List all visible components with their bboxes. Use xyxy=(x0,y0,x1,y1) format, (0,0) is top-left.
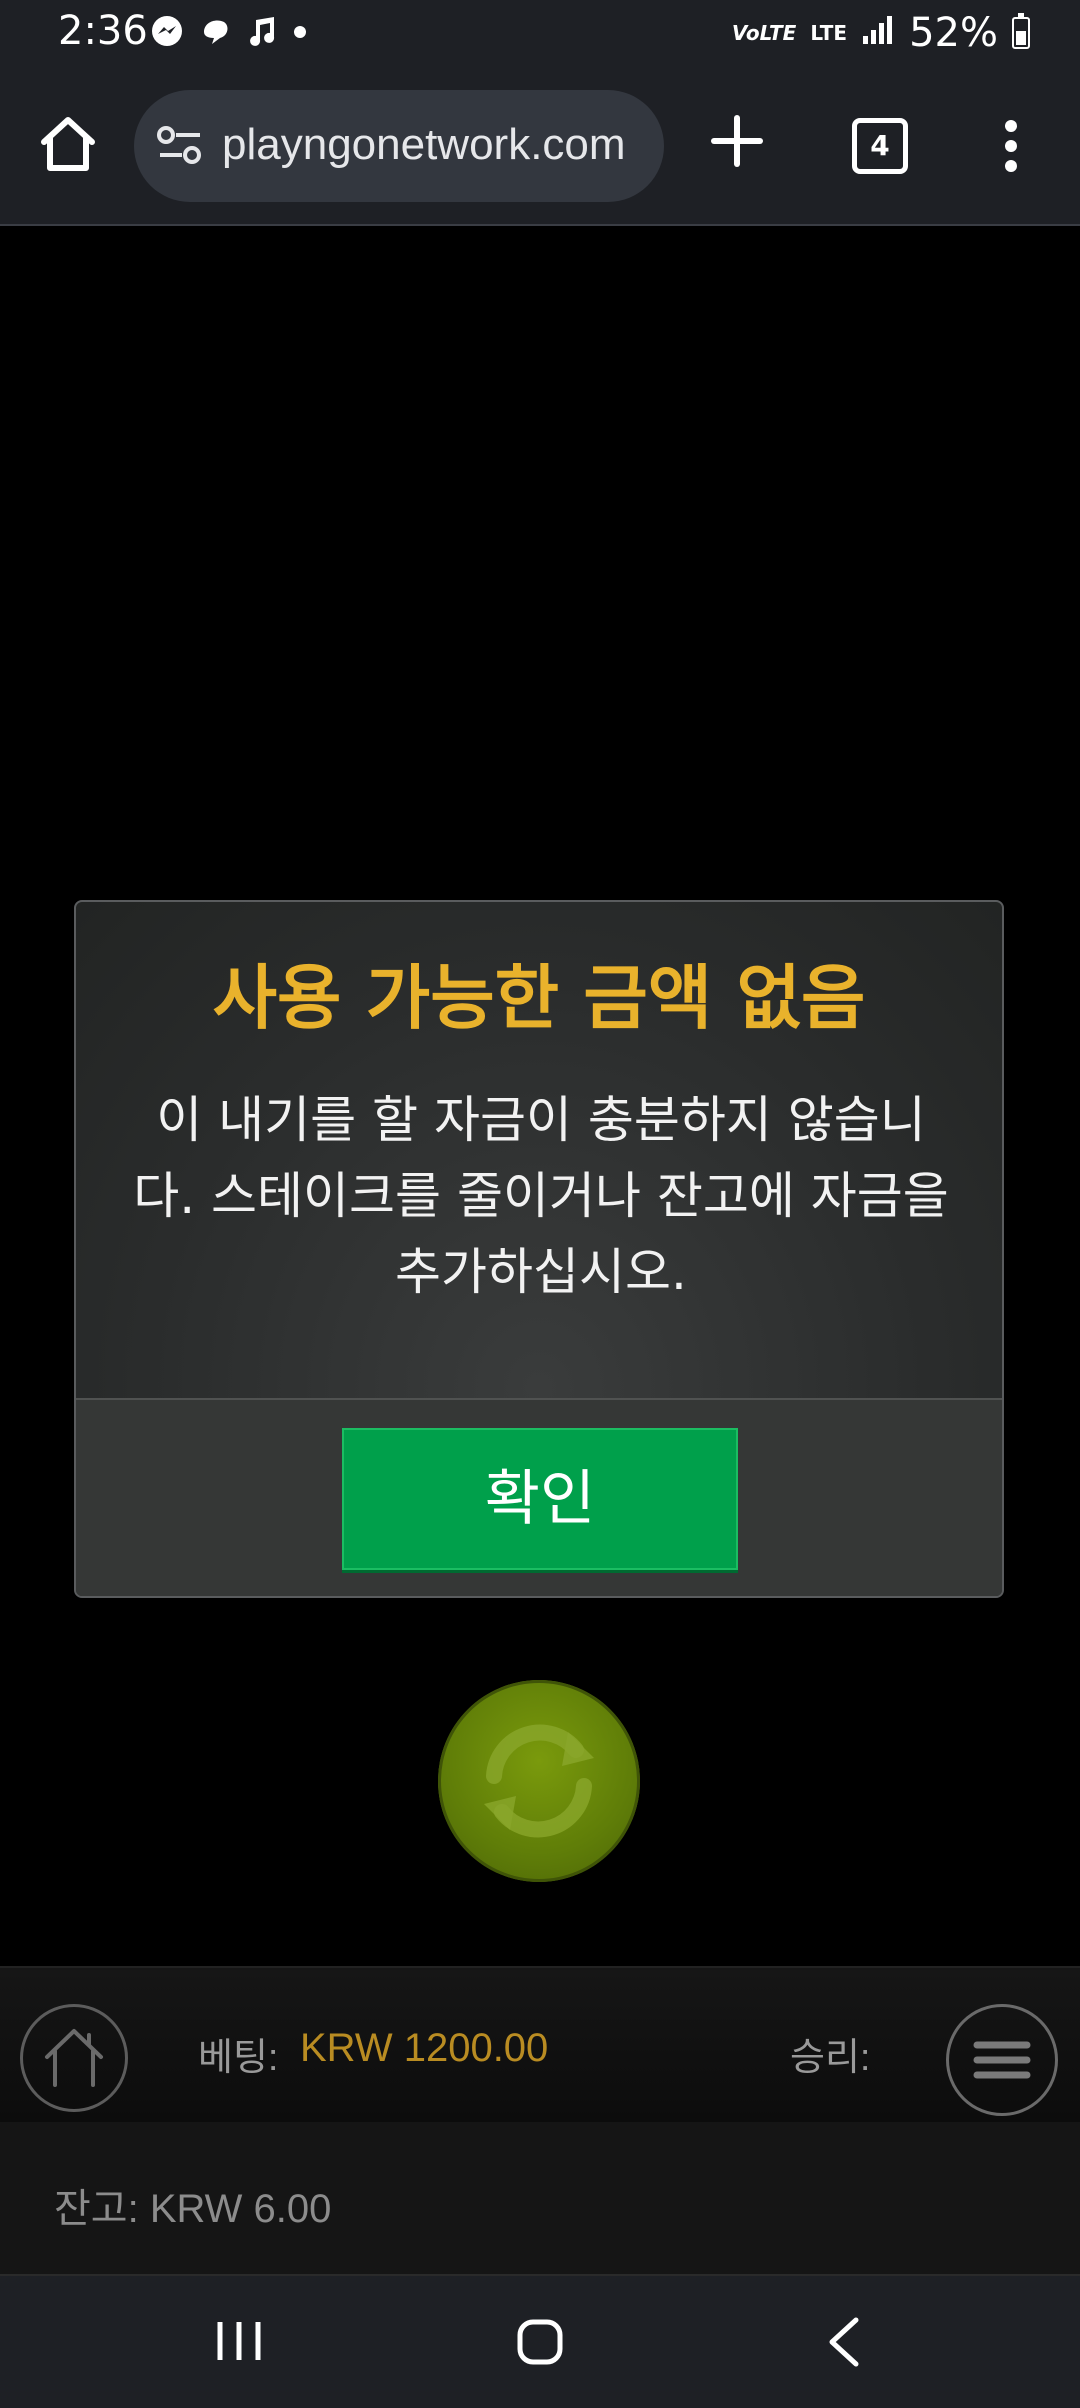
spin-button[interactable] xyxy=(438,1680,640,1882)
game-home-button[interactable] xyxy=(20,2004,128,2112)
ok-button[interactable]: 확인 xyxy=(342,1428,738,1570)
more-options-icon[interactable] xyxy=(996,116,1026,176)
tab-switcher-button[interactable]: 4 xyxy=(852,118,908,174)
new-tab-icon[interactable] xyxy=(710,114,764,168)
dialog-message-line: 이 내기를 할 자금이 충분하지 않습니 xyxy=(156,1091,926,1149)
bet-value[interactable]: KRW 1200.00 xyxy=(300,2026,548,2071)
game-menu-button[interactable] xyxy=(946,2004,1058,2116)
refresh-icon xyxy=(484,1724,594,1838)
messenger-icon xyxy=(150,14,184,56)
win-label: 승리: xyxy=(790,2037,871,2079)
dialog-title: 사용 가능한 금액 없음 xyxy=(212,957,866,1039)
back-icon[interactable] xyxy=(824,2316,864,2368)
lte-label: LTE xyxy=(810,21,848,45)
status-time: 2:36 xyxy=(58,8,148,54)
dialog-footer: 확인 xyxy=(76,1398,1002,1596)
battery-icon xyxy=(1012,13,1030,49)
insufficient-funds-dialog: 사용 가능한 금액 없음 이 내기를 할 자금이 충분하지 않습니 다. 스테이… xyxy=(74,900,1004,1598)
dot-icon xyxy=(292,14,308,56)
hamburger-menu-icon xyxy=(973,2041,1031,2079)
threads-icon xyxy=(198,14,234,56)
address-bar[interactable]: playngonetwork.com xyxy=(134,90,664,202)
recent-apps-icon[interactable] xyxy=(214,2318,264,2364)
volte-indicator: VoLTE xyxy=(731,21,797,45)
lte-indicator: LTE xyxy=(810,21,848,45)
status-bar: 2:36 VoLTE LTE 52% xyxy=(0,0,1080,72)
system-status: VoLTE LTE 52% xyxy=(732,10,1030,56)
game-control-bar: 베팅: KRW 1200.00 승리: xyxy=(0,1966,1080,2122)
music-note-icon xyxy=(248,14,278,56)
battery-percent: 52% xyxy=(909,10,998,56)
url-text[interactable]: playngonetwork.com xyxy=(222,120,626,170)
site-settings-icon[interactable] xyxy=(156,124,204,168)
dialog-message: 이 내기를 할 자금이 충분하지 않습니 다. 스테이크를 줄이거나 잔고에 자… xyxy=(116,1082,966,1310)
browser-home-icon[interactable] xyxy=(36,112,100,176)
browser-toolbar: playngonetwork.com 4 xyxy=(0,72,1080,226)
dialog-message-line: 다. 스테이크를 줄이거나 잔고에 자금을 xyxy=(133,1167,949,1225)
signal-icon xyxy=(861,10,895,56)
home-icon xyxy=(45,2029,103,2087)
balance-text: 잔고: KRW 6.00 xyxy=(54,2187,332,2231)
system-navigation-bar xyxy=(0,2276,1080,2408)
dialog-message-line: 추가하십시오. xyxy=(395,1243,687,1301)
system-home-icon[interactable] xyxy=(516,2318,564,2366)
notification-icons xyxy=(150,14,308,56)
bet-label: 베팅: xyxy=(198,2037,279,2079)
balance-bar: 잔고: KRW 6.00 xyxy=(0,2122,1080,2276)
